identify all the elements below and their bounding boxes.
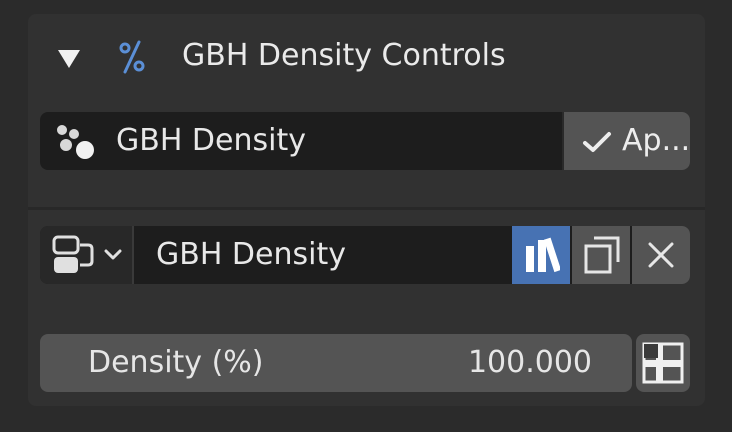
unlink-button[interactable]	[632, 226, 690, 284]
disclosure-triangle-down-icon[interactable]	[58, 50, 80, 68]
panel-divider	[28, 207, 705, 210]
duplicate-icon	[584, 236, 620, 274]
checkmark-icon	[583, 132, 611, 152]
chevron-down-icon	[104, 249, 122, 260]
percent-icon	[119, 40, 145, 74]
attribute-field[interactable]: GBH Density Ap...	[40, 112, 690, 170]
duplicate-button[interactable]	[572, 226, 630, 284]
density-slider[interactable]: Density (%) 100.000	[40, 334, 632, 392]
browse-datablock-button[interactable]	[40, 226, 134, 284]
modifier-panel: GBH Density Controls GBH Density Ap... G…	[28, 14, 705, 406]
fake-user-button[interactable]	[512, 226, 570, 284]
density-value: 100.000	[467, 345, 592, 380]
fake-user-icon	[526, 237, 560, 273]
close-icon	[648, 242, 674, 268]
datablock-selector[interactable]: GBH Density	[40, 226, 690, 284]
keyframe-button[interactable]	[636, 334, 690, 392]
decorate-keyframe-icon	[642, 342, 684, 384]
apply-label: Ap...	[622, 123, 690, 158]
panel-header[interactable]: GBH Density Controls	[28, 14, 705, 102]
apply-button[interactable]: Ap...	[562, 112, 690, 170]
panel-title: GBH Density Controls	[182, 38, 506, 73]
node-tree-icon	[52, 235, 94, 273]
attribute-name: GBH Density	[116, 123, 306, 158]
point-cloud-icon	[57, 125, 94, 159]
density-label: Density (%)	[88, 345, 264, 380]
datablock-name[interactable]: GBH Density	[156, 235, 346, 275]
